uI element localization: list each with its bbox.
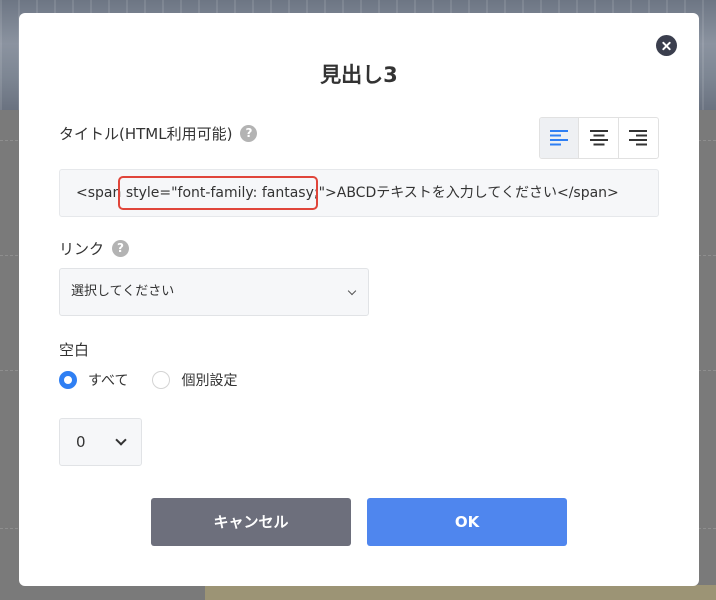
help-icon[interactable]: ? [240, 125, 258, 142]
help-icon[interactable]: ? [112, 240, 130, 257]
radio-label: すべて [88, 373, 129, 389]
title-label-text: タイトル(HTML利用可能) [59, 125, 233, 143]
chevron-down-icon [347, 286, 357, 296]
align-right-icon [629, 130, 648, 146]
link-select-value: 選択してください [71, 284, 175, 299]
align-center-icon [589, 130, 608, 146]
spacing-value-select[interactable]: 0 [59, 418, 142, 466]
radio-unchecked-icon [152, 371, 171, 389]
background-image [205, 585, 716, 600]
spacing-label: 空白 [59, 341, 90, 359]
radio-individual[interactable]: 個別設定 [152, 370, 237, 390]
radio-all[interactable]: すべて [59, 370, 128, 390]
link-label-text: リンク [59, 240, 105, 258]
radio-label: 個別設定 [181, 373, 238, 389]
spacing-value: 0 [76, 433, 86, 451]
link-field-label: リンク ? [59, 238, 130, 259]
close-icon[interactable] [656, 35, 677, 56]
heading-edit-dialog: 見出し3 タイトル(HTML利用可能) ? <span style="font-… [19, 13, 699, 586]
spacing-radio-group: すべて 個別設定 [59, 370, 261, 390]
link-select[interactable]: 選択してください [59, 268, 369, 316]
align-right-button[interactable] [619, 118, 658, 158]
title-field-label: タイトル(HTML利用可能) ? [59, 123, 258, 144]
dialog-title: 見出し3 [320, 63, 398, 87]
alignment-toggle-group [539, 117, 659, 159]
cancel-button[interactable]: キャンセル [151, 498, 351, 546]
align-center-button[interactable] [579, 118, 619, 158]
title-input[interactable]: <span style="font-family: fantasy;">ABCD… [59, 169, 659, 217]
align-left-icon [550, 130, 569, 146]
radio-checked-icon [59, 371, 77, 389]
align-left-button[interactable] [540, 118, 580, 158]
ok-button[interactable]: OK [367, 498, 567, 546]
chevron-down-icon [115, 434, 127, 446]
